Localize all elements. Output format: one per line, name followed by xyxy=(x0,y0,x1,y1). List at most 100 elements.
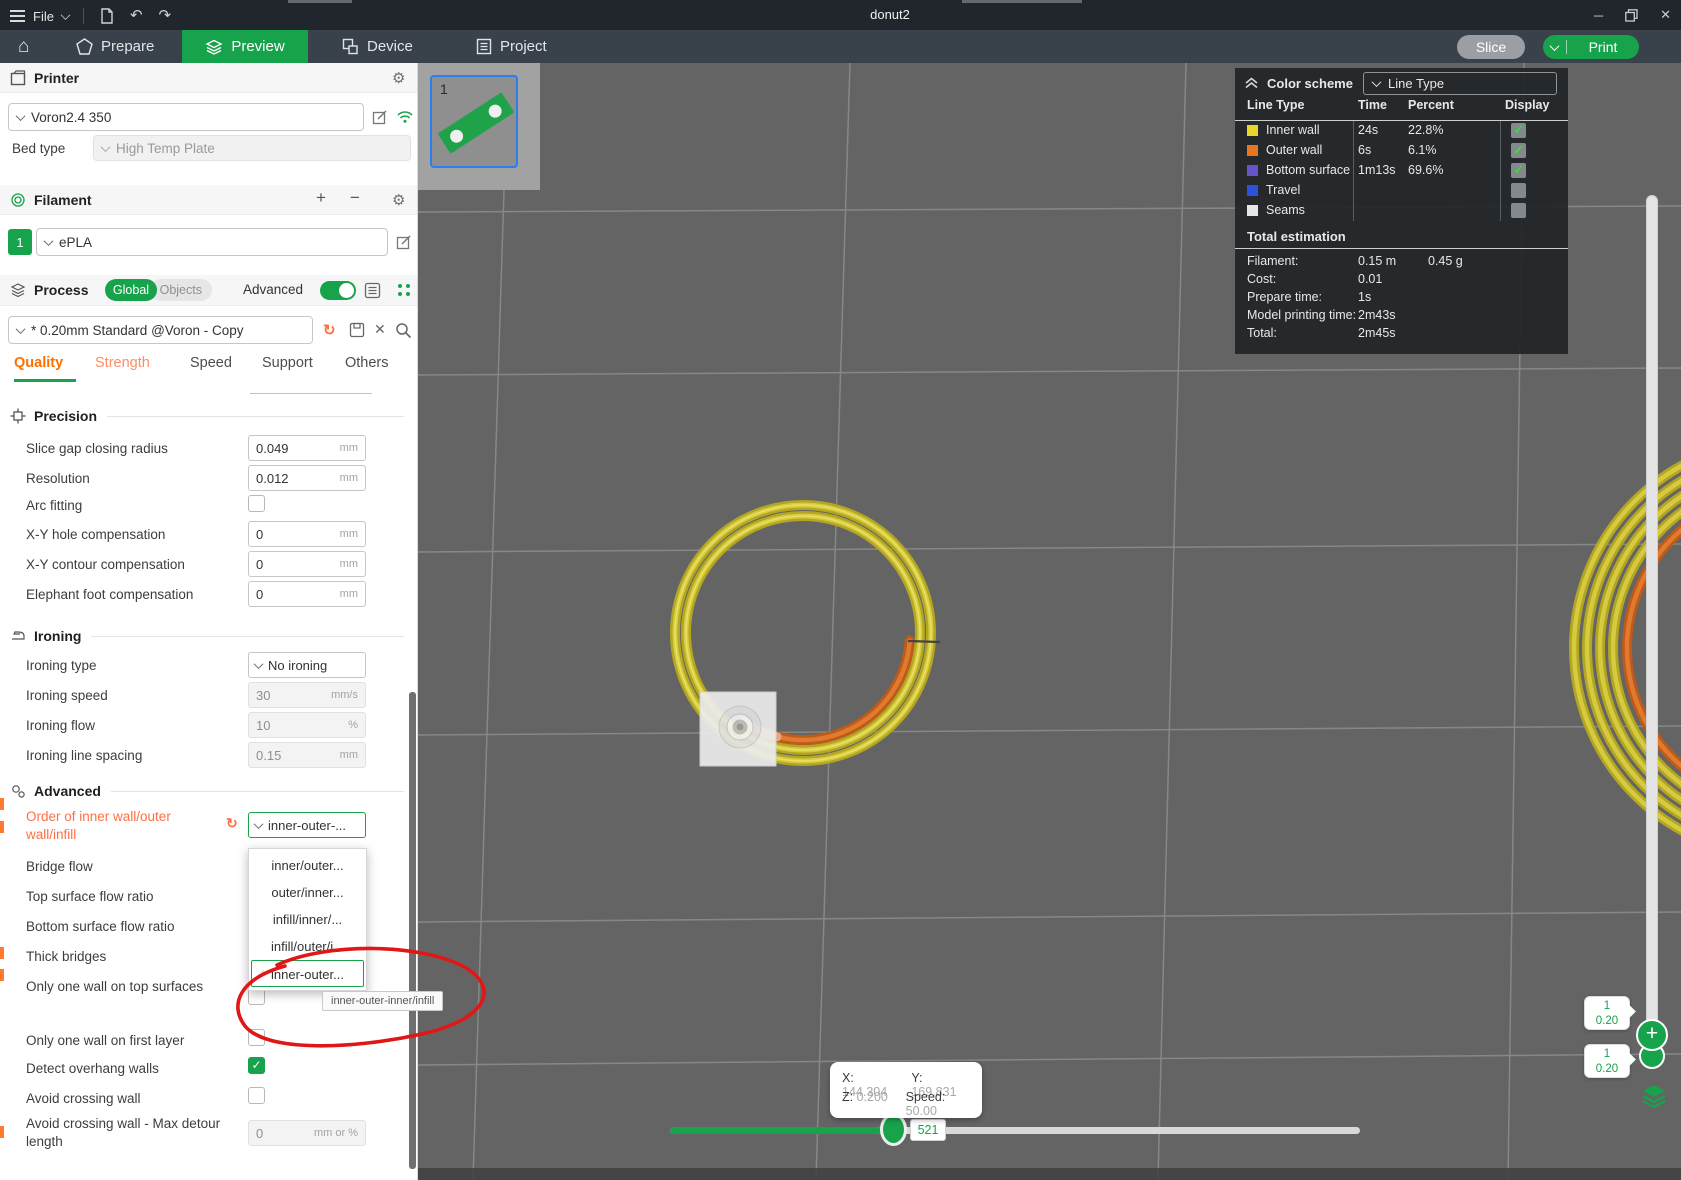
detect-overhang-walls-checkbox[interactable]: ✓ xyxy=(248,1057,265,1074)
xy-contour-compensation-input[interactable]: 0 mm xyxy=(248,551,366,577)
divider xyxy=(1235,248,1568,249)
modified-tick xyxy=(0,1126,4,1138)
step-slider-fill xyxy=(670,1127,882,1134)
print-options-chevron[interactable] xyxy=(1543,40,1567,54)
legend-row: Outer wall 6s 6.1% ✓ xyxy=(1235,141,1568,161)
ironing-speed-input: 30 mm/s xyxy=(248,682,366,708)
layer-slider-track[interactable] xyxy=(1646,195,1658,1030)
tab-prepare[interactable]: Prepare xyxy=(62,30,168,63)
extruder-marker xyxy=(700,692,776,766)
display-checkbox[interactable] xyxy=(1511,183,1526,198)
slice-button[interactable]: Slice xyxy=(1457,35,1525,59)
undo-icon[interactable]: ↶ xyxy=(130,5,143,27)
legend-row: Bottom surface 1m13s 69.6% ✓ xyxy=(1235,161,1568,181)
dropdown-option[interactable]: outer/inner... xyxy=(249,879,366,906)
redo-icon[interactable]: ↷ xyxy=(159,5,172,27)
ironing-section: Ironing xyxy=(0,628,404,644)
xy-hole-compensation-input[interactable]: 0 mm xyxy=(248,521,366,547)
ironing-icon xyxy=(10,628,26,644)
total-row: Prepare time: 1s xyxy=(1235,290,1568,308)
chevron-down-icon[interactable] xyxy=(61,10,71,20)
window-title: donut2 xyxy=(780,0,1000,30)
avoid-crossing-wall-checkbox[interactable] xyxy=(248,1087,265,1104)
legend-row: Travel xyxy=(1235,181,1568,201)
inner-wall-swatch xyxy=(1247,125,1258,136)
home-icon: ⌂ xyxy=(18,36,29,58)
object-hole xyxy=(486,102,504,120)
dropdown-option[interactable]: infill/inner/... xyxy=(249,906,366,933)
outer-wall-swatch xyxy=(1247,145,1258,156)
layers-view-icon[interactable] xyxy=(1640,1082,1668,1108)
plate-thumbnail-1[interactable]: 1 xyxy=(430,75,518,168)
elephant-foot-compensation-input[interactable]: 0 mm xyxy=(248,581,366,607)
layer-badge-bottom: 1 0.20 xyxy=(1584,1044,1630,1078)
bottom-surface-swatch xyxy=(1247,165,1258,176)
scope-global-tab[interactable]: Global xyxy=(105,279,157,301)
gcode-coords-tooltip: X: 144.304 Y: 169.831 Z: 0.200 Speed: 50… xyxy=(830,1062,982,1118)
menu-icon[interactable] xyxy=(10,7,25,25)
main-tabbar: ⌂ Prepare Preview Device xyxy=(0,30,1681,63)
panel-scrollbar[interactable] xyxy=(409,692,416,1169)
seams-swatch xyxy=(1247,205,1258,216)
layer-badge-top: 1 0.20 xyxy=(1584,996,1630,1030)
modified-tick xyxy=(0,947,4,959)
modified-tick xyxy=(0,821,4,833)
reset-setting-icon[interactable]: ↻ xyxy=(226,815,238,832)
maximize-button[interactable] xyxy=(1625,9,1638,22)
chevron-down-icon xyxy=(254,659,264,669)
resolution-input[interactable]: 0.012 mm xyxy=(248,465,366,491)
display-checkbox[interactable]: ✓ xyxy=(1511,143,1526,158)
tab-project-label: Project xyxy=(500,38,547,55)
only-one-wall-top-label: Only one wall on top surfaces xyxy=(26,978,226,996)
step-slider-track[interactable] xyxy=(670,1127,1360,1134)
plate-object-preview xyxy=(438,92,515,154)
dropdown-option-selected[interactable]: ✓ inner-outer... xyxy=(251,960,364,987)
display-checkbox[interactable]: ✓ xyxy=(1511,163,1526,178)
slice-gap-closing-radius-input[interactable]: 0.049 mm xyxy=(248,435,366,461)
display-checkbox[interactable]: ✓ xyxy=(1511,123,1526,138)
minimize-button[interactable]: ─ xyxy=(1594,8,1603,23)
precision-title: Precision xyxy=(34,408,97,424)
view-mode-select[interactable]: Line Type xyxy=(1363,72,1557,95)
preview-icon xyxy=(205,38,223,56)
max-detour-length-input: 0 mm or % xyxy=(248,1120,366,1146)
wall-order-select[interactable]: inner-outer-... xyxy=(248,812,366,838)
display-checkbox[interactable] xyxy=(1511,203,1526,218)
dropdown-option[interactable]: infill/outer/i... xyxy=(249,933,366,960)
total-row: Filament: 0.15 m 0.45 g xyxy=(1235,254,1568,272)
dropdown-tooltip: inner-outer-inner/infill xyxy=(322,991,443,1011)
tab-device[interactable]: Device xyxy=(328,30,427,63)
tab-preview[interactable]: Preview xyxy=(182,30,308,63)
background-window-fragment xyxy=(288,0,352,3)
seam-mark xyxy=(908,641,940,642)
step-value-chip: 521 xyxy=(910,1119,946,1141)
layer-slider-upper-thumb[interactable]: + xyxy=(1636,1019,1668,1051)
max-detour-length-label: Avoid crossing wall - Max detour length xyxy=(26,1115,226,1151)
file-menu[interactable]: File xyxy=(33,9,54,24)
precision-icon xyxy=(10,408,26,424)
dropdown-option[interactable]: inner/outer... xyxy=(249,852,366,879)
prepare-icon xyxy=(76,38,93,55)
thick-bridges-label: Thick bridges xyxy=(26,948,238,966)
project-icon xyxy=(476,38,492,55)
check-icon: ✓ xyxy=(257,961,266,987)
print-button[interactable]: Print xyxy=(1543,35,1639,59)
collapse-panel-icon[interactable] xyxy=(1244,76,1259,90)
only-one-wall-first-layer-checkbox[interactable] xyxy=(248,1029,265,1046)
ironing-type-select[interactable]: No ironing xyxy=(248,652,366,678)
print-button-label: Print xyxy=(1567,39,1639,55)
ironing-flow-input: 10 % xyxy=(248,712,366,738)
advanced-icon xyxy=(10,783,26,799)
ironing-title: Ironing xyxy=(34,628,81,644)
plate-front-edge xyxy=(418,1168,1681,1180)
legend-row: Seams xyxy=(1235,201,1568,221)
save-project-icon[interactable] xyxy=(98,7,116,25)
plate-number: 1 xyxy=(440,81,448,97)
close-button[interactable]: ✕ xyxy=(1660,7,1671,23)
slice-button-label: Slice xyxy=(1476,39,1506,55)
tab-project[interactable]: Project xyxy=(462,30,561,63)
arc-fitting-checkbox[interactable] xyxy=(248,495,265,512)
home-tab[interactable]: ⌂ xyxy=(4,30,43,63)
advanced-section: Advanced xyxy=(0,783,404,799)
quality-settings-list: Precision Slice gap closing radius 0.049… xyxy=(0,63,418,1180)
